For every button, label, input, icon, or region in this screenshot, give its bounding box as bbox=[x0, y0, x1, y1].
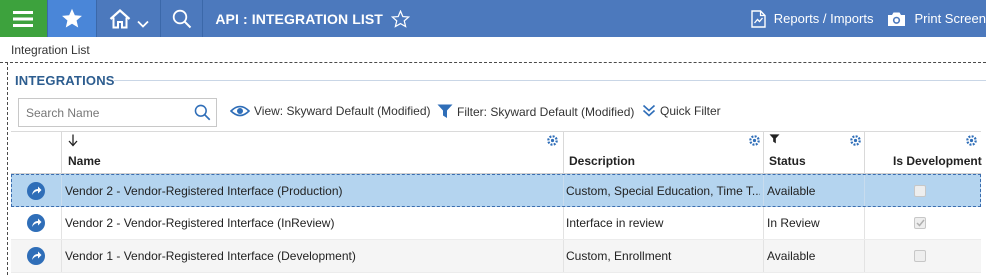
home-icon bbox=[109, 8, 130, 28]
page-title: API : INTEGRATION LIST bbox=[215, 10, 383, 27]
breadcrumb: Integration List bbox=[11, 43, 90, 57]
column-label-is-development: Is Development bbox=[893, 154, 982, 168]
gear-icon[interactable] bbox=[546, 134, 559, 147]
column-header-is-development[interactable]: Is Development bbox=[864, 132, 982, 174]
reports-imports-label: Reports / Imports bbox=[773, 11, 874, 26]
global-search-button[interactable] bbox=[161, 0, 204, 37]
column-header-status[interactable]: Status bbox=[763, 132, 864, 174]
favorites-button[interactable] bbox=[47, 0, 97, 37]
page-title-area: API : INTEGRATION LIST bbox=[203, 0, 750, 37]
is-development-checkbox bbox=[914, 217, 926, 229]
cell-status: Available bbox=[767, 249, 816, 263]
column-label-description: Description bbox=[569, 154, 636, 168]
gear-icon[interactable] bbox=[965, 134, 978, 147]
column-label-status: Status bbox=[769, 154, 806, 168]
column-header-name[interactable]: Name bbox=[61, 132, 563, 174]
content-top-border bbox=[0, 62, 986, 63]
header-action-column bbox=[11, 132, 61, 174]
double-chevron-icon bbox=[642, 104, 656, 117]
row-open-button[interactable] bbox=[27, 207, 45, 239]
search-input[interactable] bbox=[19, 99, 188, 126]
name-search-box bbox=[18, 98, 217, 127]
is-development-checkbox bbox=[914, 184, 926, 197]
gear-icon[interactable] bbox=[748, 134, 761, 147]
menu-button[interactable] bbox=[0, 0, 48, 37]
search-icon bbox=[172, 9, 192, 28]
reports-imports-button[interactable]: Reports / Imports bbox=[751, 9, 874, 28]
section-title: INTEGRATIONS bbox=[15, 73, 115, 88]
hamburger-icon bbox=[13, 10, 34, 27]
quick-filter-button[interactable]: Quick Filter bbox=[642, 104, 721, 118]
camera-icon bbox=[888, 12, 906, 26]
print-screen-button[interactable]: Print Screen bbox=[887, 11, 986, 27]
check-icon bbox=[915, 219, 925, 227]
print-screen-label: Print Screen bbox=[914, 11, 986, 26]
arrow-right-circle-icon bbox=[27, 247, 45, 265]
is-development-checkbox bbox=[914, 250, 926, 262]
cell-status: Available bbox=[767, 183, 816, 198]
cell-description: Custom, Special Education, Time T... bbox=[566, 183, 760, 198]
sort-down-arrow-icon[interactable] bbox=[68, 134, 78, 147]
eye-icon bbox=[230, 105, 250, 117]
row-open-button[interactable] bbox=[27, 240, 45, 272]
quick-filter-label: Quick Filter bbox=[660, 104, 721, 118]
star-outline-icon[interactable] bbox=[390, 9, 410, 28]
cell-description: Custom, Enrollment bbox=[566, 249, 672, 263]
filter-icon[interactable] bbox=[769, 134, 780, 144]
filter-selector[interactable]: Filter: Skyward Default (Modified) bbox=[437, 104, 634, 119]
cell-is-development bbox=[914, 175, 926, 206]
column-header-description[interactable]: Description bbox=[563, 132, 763, 174]
chevron-down-icon[interactable] bbox=[136, 20, 149, 28]
section-divider bbox=[114, 80, 986, 81]
home-button[interactable] bbox=[97, 0, 162, 37]
search-submit-button[interactable] bbox=[188, 104, 216, 121]
filter-label: Filter: Skyward Default (Modified) bbox=[457, 104, 635, 119]
integrations-grid: Name Description Status Is Development V… bbox=[11, 131, 982, 273]
filter-icon bbox=[437, 104, 453, 118]
cell-name: Vendor 2 - Vendor-Registered Interface (… bbox=[65, 216, 335, 230]
table-row[interactable]: Vendor 2 - Vendor-Registered Interface (… bbox=[11, 207, 981, 240]
cell-is-development bbox=[914, 240, 926, 272]
cell-is-development bbox=[914, 207, 926, 239]
gear-icon[interactable] bbox=[849, 134, 862, 147]
arrow-right-circle-icon bbox=[27, 214, 45, 232]
search-icon bbox=[194, 104, 210, 121]
view-label: View: Skyward Default (Modified) bbox=[254, 104, 431, 118]
row-open-button[interactable] bbox=[27, 175, 45, 206]
cell-name: Vendor 1 - Vendor-Registered Interface (… bbox=[65, 249, 356, 263]
table-row[interactable]: Vendor 1 - Vendor-Registered Interface (… bbox=[11, 240, 981, 273]
grid-header: Name Description Status Is Development bbox=[11, 131, 982, 174]
star-icon bbox=[61, 8, 82, 28]
header-actions: Reports / Imports Print Screen bbox=[751, 0, 986, 37]
cell-description: Interface in review bbox=[566, 216, 664, 230]
view-selector[interactable]: View: Skyward Default (Modified) bbox=[230, 104, 431, 118]
table-row[interactable]: Vendor 2 - Vendor-Registered Interface (… bbox=[11, 174, 981, 207]
report-icon bbox=[751, 9, 766, 28]
column-label-name: Name bbox=[68, 154, 101, 168]
content-left-border bbox=[7, 62, 8, 275]
cell-name: Vendor 2 - Vendor-Registered Interface (… bbox=[65, 183, 343, 198]
top-bar: API : INTEGRATION LIST Reports / Imports… bbox=[0, 0, 986, 37]
arrow-right-circle-icon bbox=[27, 181, 45, 200]
cell-status: In Review bbox=[767, 216, 820, 230]
